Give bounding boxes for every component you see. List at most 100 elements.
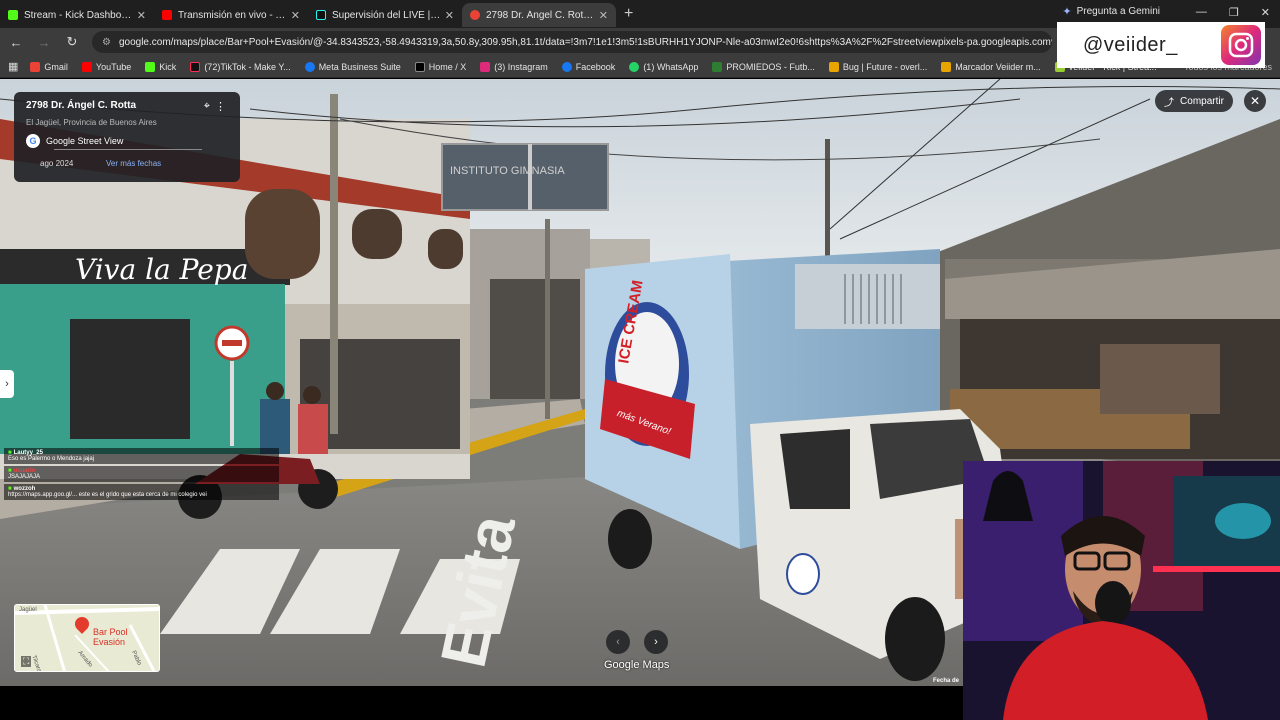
more-dates-link[interactable]: Ver más fechas — [106, 159, 161, 168]
gemini-label: Pregunta a Gemini — [1076, 6, 1160, 17]
tab-google-maps[interactable]: 2798 Dr. Ángel C. Rotta - Goog ✕ — [462, 3, 616, 27]
minimap[interactable]: Jagüel Tilcara Amado Pablo Bar Pool Evas… — [14, 604, 160, 672]
bookmark-tiktok[interactable]: (72)TikTok - Make Y... — [190, 61, 291, 72]
bookmark-youtube[interactable]: YouTube — [81, 61, 131, 72]
whatsapp-icon — [629, 61, 640, 72]
chevron-right-icon: › — [654, 636, 658, 648]
chat-text: JSAJAJAJA — [8, 474, 41, 480]
restore-icon[interactable]: ❐ — [1229, 6, 1239, 19]
reload-icon[interactable]: ↻ — [60, 34, 84, 50]
tab-youtube-live[interactable]: Transmisión en vivo - YouTube ✕ — [154, 3, 308, 27]
place-title: 2798 Dr. Ángel C. Rotta — [26, 100, 137, 111]
tab-title: Transmisión en vivo - YouTube — [178, 9, 287, 21]
tab-tiktok-live[interactable]: Supervisión del LIVE | Centro LI ✕ — [308, 3, 462, 27]
apps-grid-icon[interactable]: ▦ — [8, 60, 18, 73]
google-maps-icon — [470, 10, 480, 20]
gmail-icon — [30, 61, 41, 72]
tiktok-icon — [316, 10, 326, 20]
bookmark-bug[interactable]: Bug | Future - overl... — [828, 61, 927, 72]
site-info-icon[interactable]: ⚙ — [102, 37, 111, 48]
tab-title: Supervisión del LIVE | Centro LI — [332, 9, 441, 21]
date-label: Fecha de — [933, 678, 960, 684]
close-icon[interactable]: ✕ — [137, 9, 146, 22]
minimize-icon[interactable]: — — [1196, 6, 1207, 19]
chat-message: ■ wozzoh https://maps.app.goo.gl/... este… — [4, 484, 279, 500]
divider — [54, 149, 202, 150]
minimap-place-label: Bar Pool Evasión — [93, 627, 128, 647]
bookmark-whatsapp[interactable]: (1) WhatsApp — [629, 61, 698, 72]
bookmark-facebook[interactable]: Facebook — [561, 61, 615, 72]
chat-text: https://maps.app.goo.gl/... este es el g… — [8, 492, 207, 498]
bookmark-kick[interactable]: Kick — [145, 61, 176, 72]
instagram-overlay: @veiider_ — [1057, 22, 1265, 68]
bookmark-x[interactable]: Home / X — [414, 61, 466, 72]
capture-date: ago 2024 — [40, 159, 74, 168]
bookmark-marcador[interactable]: Marcador Veiider m... — [941, 61, 1041, 72]
close-icon[interactable]: ✕ — [291, 9, 300, 22]
shop-sign-text: Viva la Pepa — [75, 253, 248, 286]
gemini-icon: ✦ — [1062, 6, 1072, 18]
chat-message: ■ Lautyy_25 Eso es Palermo o Mendoza jaja… — [4, 448, 279, 464]
chevron-right-icon: › — [5, 378, 9, 390]
kick-icon — [8, 10, 18, 20]
bug-icon — [828, 61, 839, 72]
kick-icon — [145, 61, 156, 72]
instagram-icon — [1221, 25, 1261, 65]
share-button[interactable]: ⤴ Compartir — [1155, 90, 1233, 112]
minimap-street: Tilcara — [30, 655, 42, 672]
chevron-left-icon: ‹ — [616, 636, 620, 648]
facebook-icon — [561, 61, 572, 72]
next-arrow-button[interactable]: › — [644, 630, 668, 654]
tab-title: Stream - Kick Dashboard — [24, 9, 133, 21]
youtube-icon — [162, 10, 172, 20]
back-icon[interactable]: ← — [4, 35, 28, 50]
close-icon: ✕ — [1249, 94, 1261, 108]
forward-icon[interactable]: → — [32, 35, 56, 50]
minimap-street: Pablo — [130, 650, 142, 667]
stream-chat-overlay: ■ Lautyy_25 Eso es Palermo o Mendoza jaja… — [4, 448, 279, 502]
webcam-feed — [963, 461, 1280, 720]
google-logo-icon: G — [26, 134, 40, 148]
gemini-button[interactable]: ✦ Pregunta a Gemini — [1062, 5, 1160, 18]
window-close-icon[interactable]: ✕ — [1261, 6, 1270, 19]
bookmark-instagram[interactable]: (3) Instagram — [480, 61, 548, 72]
bookmark-promiedos[interactable]: PROMIEDOS - Futb... — [712, 61, 815, 72]
tab-kick-dashboard[interactable]: Stream - Kick Dashboard ✕ — [0, 3, 154, 27]
top-sign-text: INSTITUTO GIMNASIA — [450, 165, 565, 177]
chat-text: Eso es Palermo o Mendoza jajaj — [8, 456, 95, 462]
url-field[interactable]: ⚙ google.com/maps/place/Bar+Pool+Evasión… — [92, 31, 1052, 53]
close-street-view-button[interactable]: ✕ — [1244, 90, 1266, 112]
close-icon[interactable]: ✕ — [599, 9, 608, 22]
close-icon[interactable]: ✕ — [445, 9, 454, 22]
share-icon: ⤴ — [1164, 97, 1175, 109]
tiktok-icon — [190, 61, 201, 72]
more-options-icon[interactable]: ⋮ — [215, 100, 226, 113]
window-controls: — ❐ ✕ — [1196, 6, 1270, 19]
streamer-webcam — [963, 461, 1280, 720]
youtube-icon — [81, 61, 92, 72]
map-pin-icon[interactable]: ⌖ — [204, 100, 210, 113]
promiedos-icon — [712, 61, 723, 72]
chat-message: ■ usuario JSAJAJAJA — [4, 466, 279, 482]
tab-title: 2798 Dr. Ángel C. Rotta - Goog — [486, 9, 595, 21]
source-label: Google Street View — [46, 136, 124, 146]
marker-icon — [941, 61, 952, 72]
expand-side-panel-button[interactable]: › — [0, 370, 14, 398]
google-maps-logo: Google Maps — [604, 659, 670, 671]
previous-arrow-button[interactable]: ‹ — [606, 630, 630, 654]
bookmark-meta[interactable]: Meta Business Suite — [304, 61, 401, 72]
panorama-nav: ‹ › — [606, 630, 668, 654]
share-label: Compartir — [1180, 95, 1224, 107]
street-view-info-card: 2798 Dr. Ángel C. Rotta ⌖ ⋮ El Jagüel, P… — [14, 92, 240, 182]
minimap-street: Jagüel — [19, 607, 37, 613]
street-view-source: G Google Street View — [26, 134, 228, 148]
bookmark-gmail[interactable]: Gmail — [30, 61, 68, 72]
x-icon — [414, 61, 425, 72]
place-subtitle: El Jagüel, Provincia de Buenos Aires — [26, 118, 157, 127]
meta-icon — [304, 61, 315, 72]
url-text: google.com/maps/place/Bar+Pool+Evasión/@… — [118, 36, 1052, 48]
instagram-handle: @veiider_ — [1083, 33, 1178, 56]
expand-map-icon[interactable]: ⛶ — [21, 656, 32, 667]
new-tab-button[interactable]: + — [624, 5, 633, 23]
instagram-icon — [480, 61, 491, 72]
